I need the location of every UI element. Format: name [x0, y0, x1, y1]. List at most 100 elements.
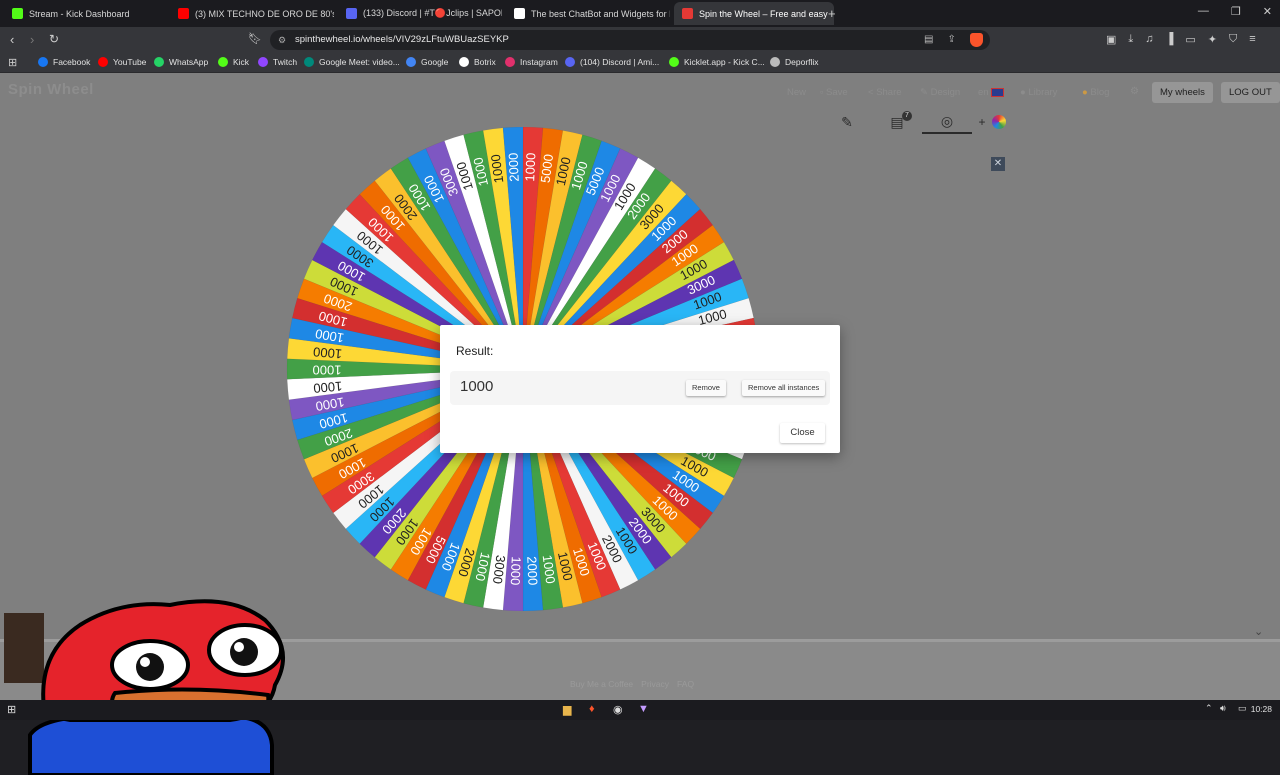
download-icon[interactable]: ⤓ — [1128, 33, 1133, 46]
bookmark-item[interactable]: YouTube — [98, 57, 146, 67]
reload-icon[interactable]: ↻ — [49, 32, 59, 46]
language-label: en — [978, 87, 989, 98]
coffee-link[interactable]: Buy Me a Coffee — [570, 679, 633, 689]
wheel-label: 2000 — [524, 556, 540, 586]
leo-icon[interactable]: ✦ — [1208, 33, 1217, 46]
bookmark-item[interactable]: Kick — [218, 57, 249, 67]
pencil-icon: ✎ — [920, 87, 931, 98]
bookmark-label: WhatsApp — [169, 57, 208, 67]
add-color-button[interactable]: + — [972, 110, 1012, 134]
tab-title: The best ChatBot and Widgets for Ki — [531, 9, 670, 19]
apps-icon[interactable]: ⊞ — [8, 56, 17, 69]
app-taskbar-icon[interactable]: ▼ — [638, 703, 649, 715]
bookmark-label: Deporflix — [785, 57, 819, 67]
back-icon[interactable]: ‹ — [10, 32, 14, 47]
url-text: spinthewheel.io/wheels/VIV29zLFtuWBUazSE… — [295, 34, 509, 45]
bookmark-item[interactable]: (104) Discord | Ami... — [565, 57, 659, 67]
browser-tab[interactable]: Spin the Wheel – Free and easy✕ — [674, 2, 834, 25]
bookmark-favicon-icon — [304, 57, 314, 67]
bookmark-label: Google Meet: video... — [319, 57, 400, 67]
save-label: Save — [826, 87, 848, 98]
language-select[interactable]: en — [978, 87, 1004, 98]
chevron-down-icon[interactable]: ⌄ — [1254, 625, 1263, 638]
library-link[interactable]: ● Library — [1020, 87, 1057, 98]
share-page-icon[interactable]: ⇪ — [947, 34, 955, 45]
bookmark-item[interactable]: Twitch — [258, 57, 297, 67]
browser-tab[interactable]: (133) Discord | #T🔴Jclips | SAPOLIC — [338, 2, 502, 25]
new-tab-button[interactable]: + — [828, 6, 836, 21]
settings-icon[interactable]: ⚙ — [1130, 86, 1139, 97]
bookmark-item[interactable]: Instagram — [505, 57, 558, 67]
blog-link[interactable]: ● Blog — [1082, 87, 1109, 98]
start-icon[interactable]: ⊞ — [7, 703, 16, 716]
tray-chevron-icon[interactable]: ⌃ — [1205, 703, 1213, 714]
site-info-icon[interactable]: ⚙ — [278, 30, 286, 50]
bookmark-icon[interactable]: 🔖︎ — [248, 32, 262, 45]
share-link[interactable]: < Share — [868, 87, 902, 98]
browser-tab[interactable]: Stream - Kick Dashboard — [4, 2, 166, 25]
wheel-label: 1000 — [313, 344, 343, 361]
bookmark-favicon-icon — [770, 57, 780, 67]
design-label: Design — [931, 87, 961, 98]
bookmark-label: (104) Discord | Ami... — [580, 57, 659, 67]
remove-all-button[interactable]: Remove all instances — [742, 380, 825, 396]
bookmark-label: Instagram — [520, 57, 558, 67]
wallet-icon[interactable]: ▭ — [1185, 33, 1195, 46]
save-link[interactable]: ▫ Save — [820, 87, 848, 98]
brave-taskbar-icon[interactable]: ♦ — [589, 703, 595, 715]
hide-eye-icon[interactable]: ◎ — [922, 110, 972, 134]
clock[interactable]: 10:28 — [1251, 704, 1272, 714]
obs-taskbar-icon[interactable]: ◉ — [613, 703, 623, 716]
bookmark-item[interactable]: WhatsApp — [154, 57, 208, 67]
bookmark-item[interactable]: Kicklet.app - Kick C... — [669, 57, 765, 67]
menu-icon[interactable]: ≡ — [1249, 33, 1255, 46]
faq-link[interactable]: FAQ — [677, 679, 694, 689]
edit-icon[interactable]: ✎ — [822, 110, 872, 134]
url-field[interactable]: ⚙ spinthewheel.io/wheels/VIV29zLFtuWBUaz… — [270, 30, 990, 50]
library-label: Library — [1028, 87, 1057, 98]
bookmark-item[interactable]: Google Meet: video... — [304, 57, 400, 67]
result-dialog: Result: 1000 Remove Remove all instances… — [440, 325, 840, 453]
wheel-label: 1000 — [522, 152, 538, 182]
design-link[interactable]: ✎ Design — [920, 87, 960, 98]
bookmark-label: Google — [421, 57, 448, 67]
bookmark-item[interactable]: Facebook — [38, 57, 90, 67]
network-icon[interactable]: ▭ — [1238, 703, 1247, 714]
dialog-title: Result: — [456, 344, 493, 358]
bookmark-item[interactable]: Deporflix — [770, 57, 819, 67]
browser-tab[interactable]: The best ChatBot and Widgets for Ki — [506, 2, 670, 25]
my-wheels-button[interactable]: My wheels — [1152, 82, 1213, 103]
results-count-badge: 7 — [902, 111, 912, 121]
close-window-icon[interactable]: ✕ — [1263, 5, 1272, 18]
media-icon[interactable]: ♫ — [1145, 33, 1153, 46]
sidebar-toggle-icon[interactable]: ▣ — [1106, 33, 1116, 46]
brave-shield-icon[interactable] — [970, 33, 983, 47]
vpn-icon[interactable]: ⛉ — [1229, 33, 1237, 46]
file-explorer-icon[interactable]: ▆ — [563, 703, 571, 716]
logout-button[interactable]: LOG OUT — [1221, 82, 1280, 103]
browser-tab-bar: Stream - Kick Dashboard (3) MIX TECHNO DE… — [0, 0, 1280, 27]
results-clipboard-icon[interactable]: ▤7 — [872, 110, 922, 134]
forward-icon[interactable]: › — [30, 32, 34, 47]
reader-icon[interactable]: ▤ — [924, 34, 933, 45]
bookmark-favicon-icon — [459, 57, 469, 67]
botrix-icon — [514, 8, 525, 19]
minimize-icon[interactable]: — — [1198, 5, 1209, 18]
tab-title: (3) MIX TECHNO DE ORO DE 80's & 90 — [195, 9, 334, 19]
remove-button[interactable]: Remove — [686, 380, 726, 396]
bookmark-item[interactable]: Google — [406, 57, 448, 67]
site-logo[interactable]: Spin Wheel — [8, 81, 94, 98]
volume-icon[interactable]: 🔊︎ — [1220, 703, 1226, 714]
panel-close-icon[interactable]: ✕ — [991, 157, 1005, 171]
browser-tab[interactable]: (3) MIX TECHNO DE ORO DE 80's & 90 — [170, 2, 334, 25]
bookmarks-bar: ⊞ Facebook YouTube WhatsApp Kick Twitch Googl… — [0, 53, 1280, 73]
close-button[interactable]: Close — [780, 423, 825, 443]
wheel-label: 2000 — [506, 152, 522, 182]
bookmark-item[interactable]: Botrix — [459, 57, 496, 67]
bookmark-favicon-icon — [565, 57, 575, 67]
sidepanel-icon[interactable]: ▐ — [1166, 33, 1174, 46]
share-icon: < — [868, 87, 876, 98]
restore-icon[interactable]: ❐ — [1231, 5, 1241, 18]
privacy-link[interactable]: Privacy — [641, 679, 669, 689]
new-link[interactable]: New — [787, 87, 806, 98]
